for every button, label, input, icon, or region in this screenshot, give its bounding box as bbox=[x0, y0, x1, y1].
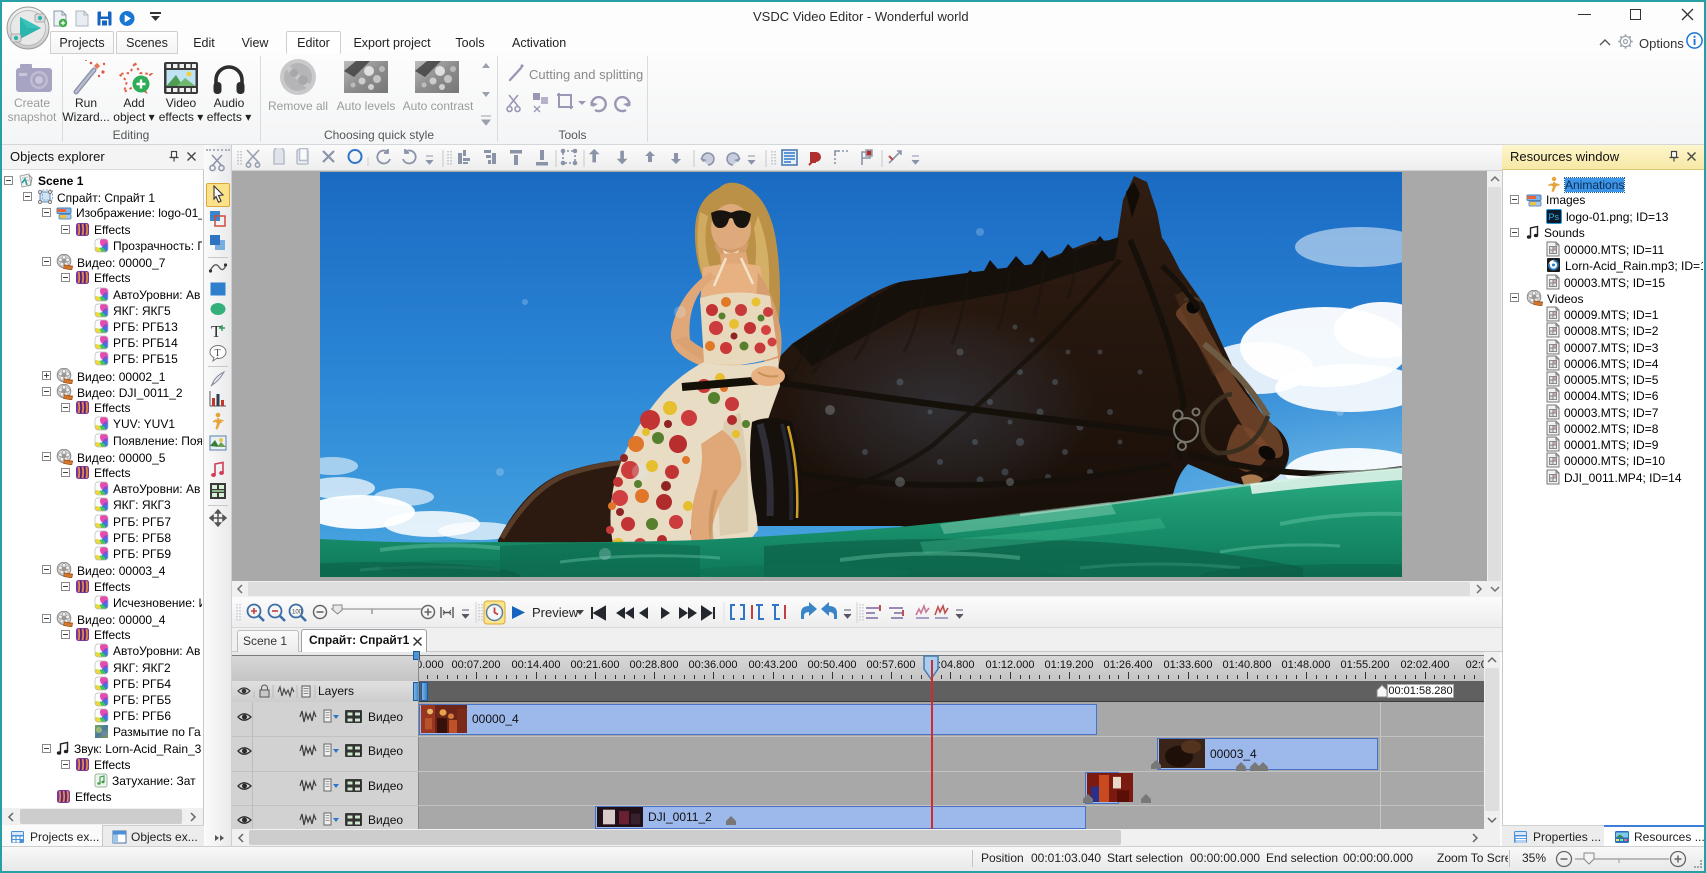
svg-text:T: T bbox=[215, 348, 221, 359]
svg-text:Ps: Ps bbox=[1549, 212, 1560, 222]
svg-text:Preview: Preview bbox=[532, 605, 579, 620]
svg-text:100: 100 bbox=[292, 610, 303, 616]
svg-text:T: T bbox=[211, 322, 222, 341]
